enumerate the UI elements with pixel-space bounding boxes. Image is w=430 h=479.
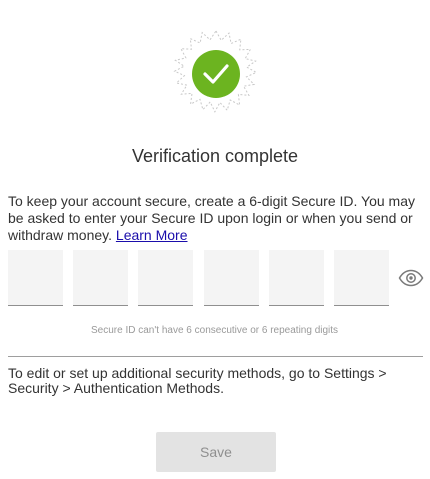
secure-id-digit-6[interactable]: [334, 250, 389, 306]
check-icon: [173, 30, 258, 113]
show-secure-id-button[interactable]: [398, 268, 424, 288]
page-title: Verification complete: [131, 146, 299, 166]
secure-id-digit-1[interactable]: [8, 250, 63, 306]
secure-id-hint: Secure ID can't have 6 consecutive or 6 …: [91, 325, 339, 336]
eye-icon: [398, 269, 424, 287]
secure-id-input-group: [8, 250, 428, 307]
learn-more-link[interactable]: Learn More: [116, 227, 188, 243]
success-badge: [164, 24, 268, 128]
secure-id-digit-2[interactable]: [73, 250, 128, 306]
intro-text: To keep your account secure, create a 6-…: [8, 193, 416, 243]
intro-text-block: To keep your account secure, create a 6-…: [8, 193, 424, 244]
secure-id-digit-3[interactable]: [138, 250, 193, 306]
secure-id-digit-4[interactable]: [204, 250, 259, 306]
settings-note: To edit or set up additional security me…: [8, 365, 387, 396]
save-button[interactable]: Save: [156, 432, 276, 472]
divider: [8, 356, 423, 357]
secure-id-digit-5[interactable]: [269, 250, 324, 306]
